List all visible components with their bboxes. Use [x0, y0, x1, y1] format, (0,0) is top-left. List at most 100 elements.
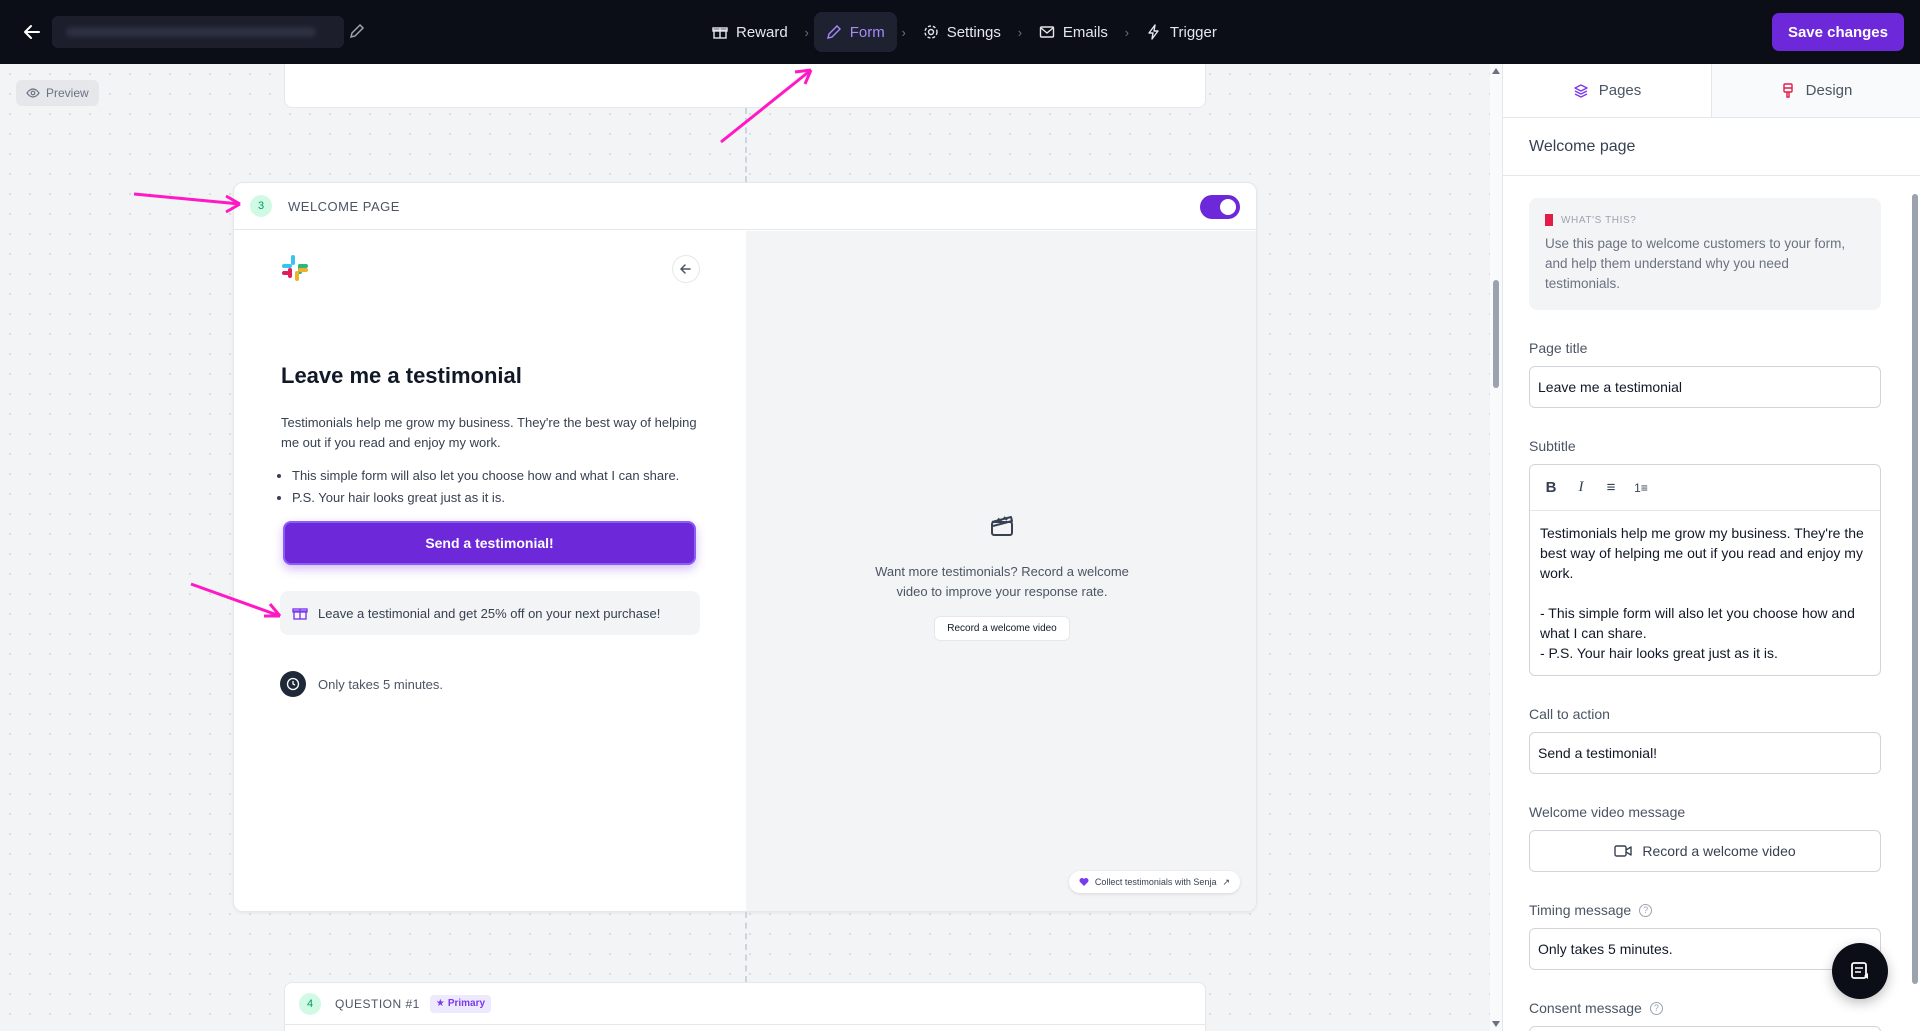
scrollbar-thumb[interactable]: [1493, 280, 1499, 388]
bookmark-icon: [1545, 214, 1553, 226]
timing-label: Timing message: [1529, 902, 1632, 918]
cta-input[interactable]: [1529, 732, 1881, 774]
tab-design[interactable]: Design: [1711, 64, 1920, 117]
consent-input[interactable]: [1529, 1026, 1881, 1031]
preview-label: Preview: [46, 86, 89, 100]
send-testimonial-button[interactable]: Send a testimonial!: [283, 521, 696, 565]
record-welcome-video-panel-button[interactable]: Record a welcome video: [1529, 830, 1881, 872]
page-title-label: Page title: [1529, 340, 1588, 356]
consent-label: Consent message: [1529, 1000, 1642, 1016]
timing-row: Only takes 5 minutes.: [280, 671, 443, 697]
cta-label: Call to action: [1529, 706, 1610, 722]
italic-icon[interactable]: I: [1572, 479, 1590, 497]
tab-design-label: Design: [1805, 82, 1853, 99]
save-changes-button[interactable]: Save changes: [1771, 13, 1904, 51]
primary-tag-label: Primary: [447, 998, 486, 1009]
question-1-card[interactable]: 4 QUESTION #1 ★ Primary: [284, 982, 1206, 1031]
subtitle-label: Subtitle: [1529, 438, 1576, 454]
settings-panel: Pages Design Welcome page WHAT'S THIS? U…: [1502, 64, 1920, 1031]
back-arrow-icon[interactable]: [18, 18, 46, 46]
info-heading: WHAT'S THIS?: [1545, 214, 1865, 226]
chevron-right-icon: ›: [1017, 24, 1023, 40]
record-video-label: Record a welcome video: [1642, 843, 1796, 859]
video-placeholder: Want more testimonials? Record a welcome…: [746, 511, 1256, 641]
reward-text: Leave a testimonial and get 25% off on y…: [318, 605, 661, 621]
step-form-label: Form: [849, 23, 885, 41]
powered-by-senja-link[interactable]: Collect testimonials with Senja ↗: [1068, 871, 1240, 893]
bullet-list-icon[interactable]: ≡: [1602, 479, 1620, 497]
record-welcome-video-button[interactable]: Record a welcome video: [934, 616, 1070, 641]
editor-toolbar: B I ≡ 1≡: [1530, 465, 1880, 511]
layers-icon: [1574, 83, 1588, 98]
video-placeholder-panel: Want more testimonials? Record a welcome…: [746, 231, 1256, 911]
subtitle-text[interactable]: Testimonials help me grow my business. T…: [1530, 511, 1880, 675]
preview-toggle[interactable]: Preview: [16, 80, 99, 106]
step-form[interactable]: Form: [813, 12, 897, 52]
edit-pencil-icon[interactable]: [348, 22, 368, 42]
welcome-page-card[interactable]: 3 WELCOME PAGE Leave me a testimonial Te…: [233, 182, 1257, 912]
panel-tabs: Pages Design: [1503, 64, 1920, 118]
external-link-icon: ↗: [1222, 876, 1230, 887]
step-trigger[interactable]: Trigger: [1134, 12, 1229, 52]
primary-badge: ★ Primary: [429, 994, 492, 1013]
panel-title: Welcome page: [1503, 118, 1920, 176]
step-settings[interactable]: Settings: [911, 12, 1013, 52]
help-icon[interactable]: ?: [1649, 1001, 1663, 1015]
timing-input[interactable]: [1529, 928, 1881, 970]
step-navigation: Reward › Form › Settings › Emails › Trig…: [700, 12, 1229, 52]
form-preview-left: Leave me a testimonial Testimonials help…: [234, 231, 746, 911]
list-item: This simple form will also let you choos…: [292, 465, 679, 487]
bolt-icon: [1148, 24, 1159, 40]
top-bar: Reward › Form › Settings › Emails › Trig…: [0, 0, 1920, 64]
video-camera-icon: [1614, 845, 1633, 857]
video-prompt-text: Want more testimonials? Record a welcome…: [875, 564, 1129, 599]
question-label: QUESTION #1: [335, 996, 420, 1011]
consent-label-row: Consent message ?: [1529, 1000, 1881, 1016]
annotation-arrow: [190, 582, 282, 618]
connector-line: [745, 912, 747, 982]
form-back-arrow-icon[interactable]: [672, 255, 700, 283]
slack-logo-icon: [282, 255, 308, 281]
timing-text: Only takes 5 minutes.: [318, 676, 443, 692]
chevron-right-icon: ›: [1124, 24, 1130, 40]
timing-label-row: Timing message ?: [1529, 902, 1881, 918]
panel-scrollbar[interactable]: [1910, 116, 1920, 1031]
canvas-scrollbar[interactable]: [1490, 64, 1502, 1031]
annotation-arrow: [133, 192, 241, 214]
form-name-field-redacted[interactable]: [52, 16, 344, 48]
brush-icon: [1782, 82, 1793, 98]
mail-icon: [1039, 26, 1055, 38]
welcome-page-toggle[interactable]: [1200, 195, 1240, 219]
form-title: Leave me a testimonial: [281, 363, 522, 388]
question-card-header: 4 QUESTION #1 ★ Primary: [285, 983, 1205, 1025]
welcome-card-header: 3 WELCOME PAGE: [234, 183, 1256, 230]
eye-icon: [26, 88, 40, 98]
clapperboard-icon: [991, 516, 1013, 536]
scroll-down-icon[interactable]: [1492, 1021, 1500, 1027]
page-number-badge: 4: [299, 992, 321, 1015]
step-emails[interactable]: Emails: [1027, 12, 1120, 52]
tab-pages[interactable]: Pages: [1503, 64, 1711, 117]
numbered-list-icon[interactable]: 1≡: [1632, 479, 1650, 497]
subtitle-editor[interactable]: B I ≡ 1≡ Testimonials help me grow my bu…: [1529, 464, 1881, 676]
bold-icon[interactable]: B: [1542, 479, 1560, 497]
form-canvas[interactable]: Preview 3 WELCOME PAGE Leave me a testim…: [0, 64, 1490, 1031]
info-heading-text: WHAT'S THIS?: [1561, 214, 1637, 226]
welcome-page-label: WELCOME PAGE: [288, 198, 400, 214]
star-icon: ★: [435, 998, 445, 1009]
panel-body: WHAT'S THIS? Use this page to welcome cu…: [1529, 198, 1881, 1031]
powered-by-text: Collect testimonials with Senja: [1094, 877, 1217, 887]
welcome-video-label: Welcome video message: [1529, 804, 1686, 820]
step-emails-label: Emails: [1062, 23, 1108, 41]
chevron-right-icon: ›: [901, 24, 906, 40]
reward-banner: Leave a testimonial and get 25% off on y…: [280, 591, 700, 635]
list-item: P.S. Your hair looks great just as it is…: [292, 487, 679, 509]
page-number-badge: 3: [250, 195, 272, 217]
scroll-up-icon[interactable]: [1492, 68, 1500, 74]
page-title-input[interactable]: [1529, 366, 1881, 408]
scrollbar-thumb[interactable]: [1912, 194, 1918, 984]
help-icon[interactable]: ?: [1639, 903, 1653, 917]
step-reward[interactable]: Reward: [700, 12, 800, 52]
chat-support-button[interactable]: [1832, 943, 1888, 999]
tab-pages-label: Pages: [1598, 82, 1642, 99]
